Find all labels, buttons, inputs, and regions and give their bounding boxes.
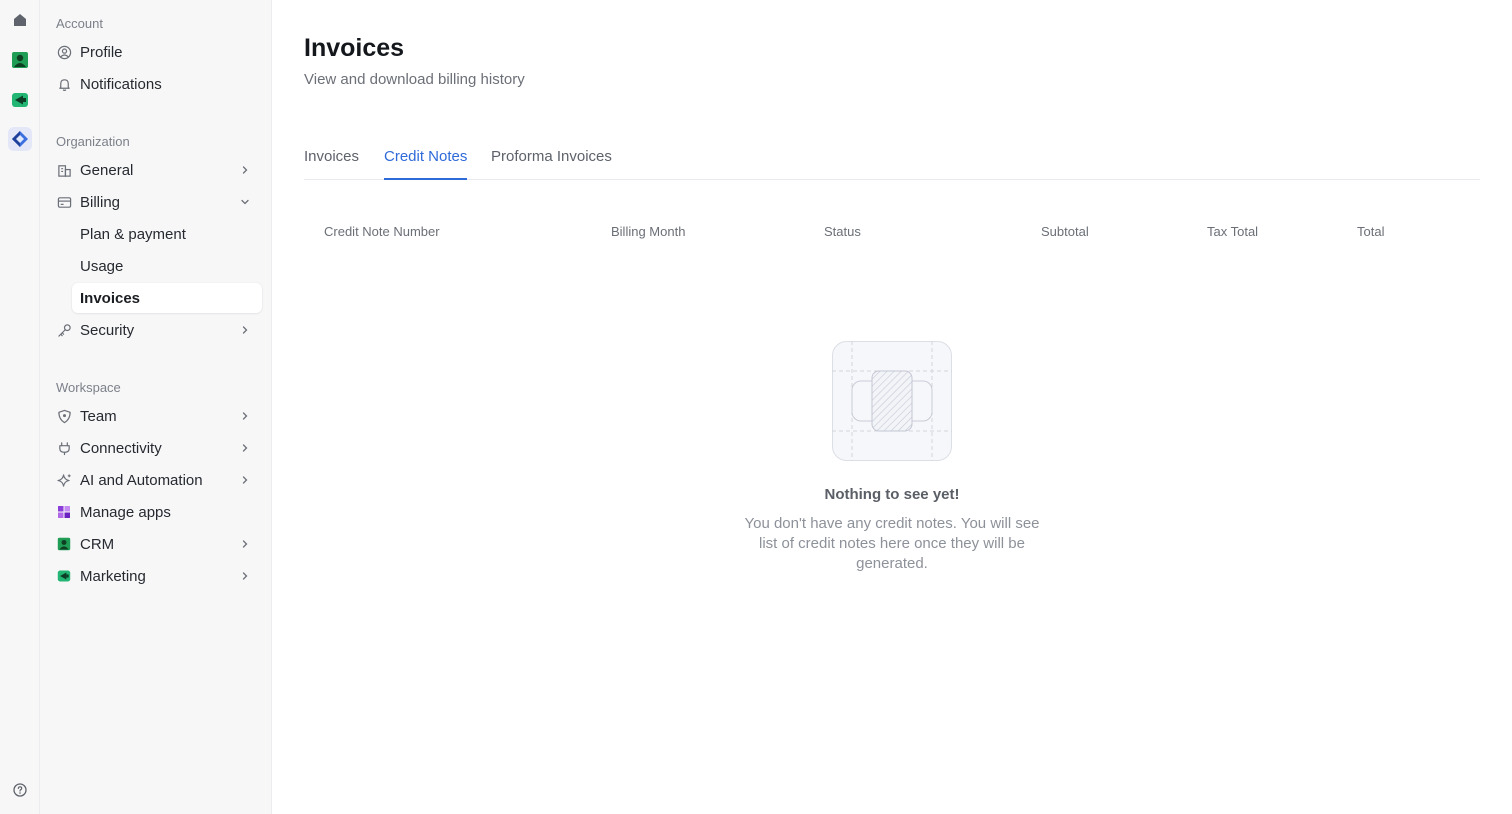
chevron-right-icon (238, 569, 252, 583)
apps-grid-icon (56, 504, 72, 520)
tab-invoices[interactable]: Invoices (304, 148, 359, 180)
key-icon (56, 322, 72, 338)
main-content: Invoices View and download billing histo… (272, 0, 1512, 814)
settings-sidebar: Account Profile Notifications Organizati… (40, 0, 272, 814)
sidebar-subitem-label: Invoices (80, 289, 141, 307)
sidebar-item-label: Billing (80, 193, 121, 211)
empty-state-description: You don't have any credit notes. You wil… (744, 515, 1040, 572)
sidebar-item-label: Manage apps (80, 503, 171, 521)
chevron-right-icon (238, 409, 252, 423)
plug-icon (56, 440, 72, 456)
sidebar-subitem-label: Usage (80, 257, 124, 275)
column-header-tax-total[interactable]: Tax Total (1207, 224, 1258, 239)
section-label-organization: Organization (56, 134, 130, 149)
settings-app-icon[interactable] (8, 127, 32, 151)
column-header-credit-note-number[interactable]: Credit Note Number (324, 224, 440, 239)
sidebar-subitem-plan-payment[interactable]: Plan & payment (72, 219, 262, 249)
sidebar-item-marketing[interactable]: Marketing (48, 561, 262, 591)
sidebar-item-label: Notifications (80, 75, 162, 93)
building-icon (56, 162, 72, 178)
sidebar-subitem-label: Plan & payment (80, 225, 186, 243)
sidebar-item-label: CRM (80, 535, 115, 553)
tab-credit-notes[interactable]: Credit Notes (384, 148, 468, 180)
credit-card-icon (56, 194, 72, 210)
tab-bar: Invoices Credit Notes Proforma Invoices (304, 140, 1480, 180)
section-label-workspace: Workspace (56, 380, 121, 395)
chevron-right-icon (238, 163, 252, 177)
chevron-right-icon (238, 441, 252, 455)
marketing-app-icon (56, 568, 72, 584)
chevron-right-icon (238, 323, 252, 337)
sparkle-icon (56, 472, 72, 488)
bell-icon (56, 76, 72, 92)
sidebar-subitem-invoices[interactable]: Invoices (72, 283, 262, 313)
page-subtitle: View and download billing history (304, 71, 525, 88)
sidebar-item-label: Profile (80, 43, 123, 61)
sidebar-item-crm[interactable]: CRM (48, 529, 262, 559)
tab-proforma-invoices[interactable]: Proforma Invoices (491, 148, 612, 180)
sidebar-subitem-usage[interactable]: Usage (72, 251, 262, 281)
shield-icon (56, 408, 72, 424)
sidebar-item-label: Connectivity (80, 439, 162, 457)
sidebar-item-manage-apps[interactable]: Manage apps (48, 497, 262, 527)
chevron-right-icon (238, 473, 252, 487)
sidebar-item-general[interactable]: General (48, 155, 262, 185)
crm-app-icon[interactable] (8, 48, 32, 72)
sidebar-item-security[interactable]: Security (48, 315, 262, 345)
sidebar-item-label: Security (80, 321, 135, 339)
help-icon[interactable] (8, 778, 32, 802)
marketing-app-icon[interactable] (8, 88, 32, 112)
empty-state-illustration (832, 341, 952, 461)
sidebar-item-billing[interactable]: Billing (48, 187, 262, 217)
chevron-right-icon (238, 537, 252, 551)
sidebar-item-profile[interactable]: Profile (48, 37, 262, 67)
sidebar-item-team[interactable]: Team (48, 401, 262, 431)
section-label-account: Account (56, 16, 103, 31)
home-icon[interactable] (8, 8, 32, 32)
page-title: Invoices (304, 34, 405, 62)
user-circle-icon (56, 44, 72, 60)
sidebar-item-label: AI and Automation (80, 471, 203, 489)
column-header-status[interactable]: Status (824, 224, 861, 239)
sidebar-item-ai-automation[interactable]: AI and Automation (48, 465, 262, 495)
app-rail (0, 0, 40, 814)
sidebar-item-connectivity[interactable]: Connectivity (48, 433, 262, 463)
sidebar-item-label: Marketing (80, 567, 146, 585)
empty-state-title: Nothing to see yet! (824, 486, 960, 503)
sidebar-item-label: General (80, 161, 134, 179)
chevron-down-icon (238, 195, 252, 209)
column-header-billing-month[interactable]: Billing Month (611, 224, 685, 239)
sidebar-item-label: Team (80, 407, 117, 425)
sidebar-item-notifications[interactable]: Notifications (48, 69, 262, 99)
column-header-subtotal[interactable]: Subtotal (1041, 224, 1089, 239)
column-header-total[interactable]: Total (1357, 224, 1384, 239)
crm-app-icon (56, 536, 72, 552)
